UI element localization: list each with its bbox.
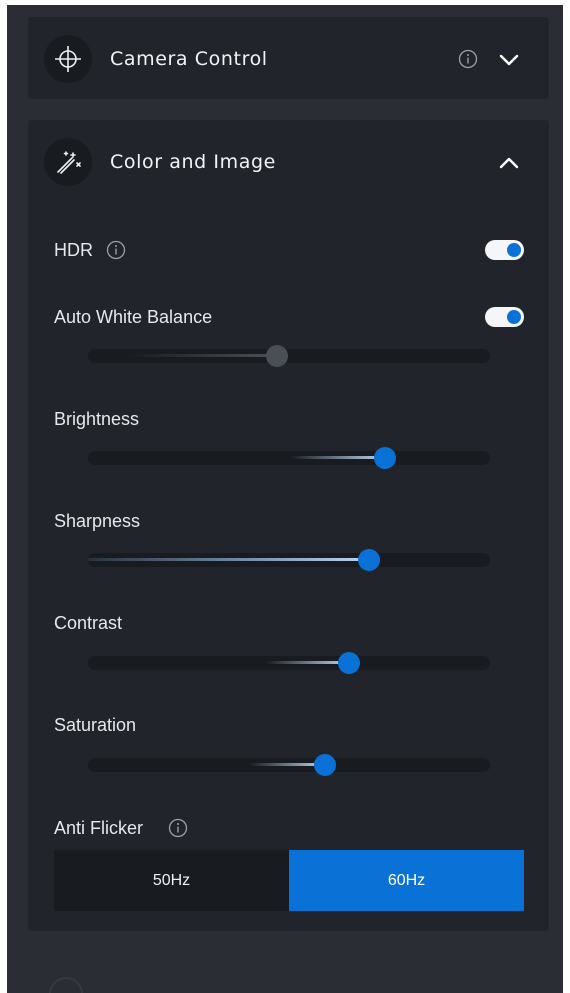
brightness-slider-thumb[interactable] bbox=[374, 447, 397, 469]
contrast-label: Contrast bbox=[54, 613, 123, 633]
saturation-label: Saturation bbox=[54, 715, 137, 735]
chevron-down-icon[interactable] bbox=[498, 49, 520, 71]
anti-flicker-info-icon[interactable] bbox=[168, 818, 188, 838]
auto-white-balance-toggle-knob bbox=[507, 310, 521, 324]
saturation-slider-thumb[interactable] bbox=[314, 754, 337, 776]
auto-white-balance-label: Auto White Balance bbox=[54, 307, 213, 327]
anti-flicker-50hz-option[interactable]: 50Hz bbox=[54, 850, 289, 911]
saturation-slider-fill bbox=[88, 763, 326, 766]
sharpness-label: Sharpness bbox=[54, 511, 141, 531]
camera-control-title: Camera Control bbox=[110, 48, 268, 70]
color-and-image-section: Color and Image HDR Auto White Balance B… bbox=[28, 120, 549, 931]
next-section-peek bbox=[49, 977, 499, 993]
saturation-slider[interactable] bbox=[88, 754, 490, 776]
contrast-slider-thumb[interactable] bbox=[338, 652, 361, 674]
hdr-toggle-knob bbox=[507, 243, 521, 257]
hdr-toggle[interactable] bbox=[485, 240, 524, 260]
anti-flicker-segmented-control: 50Hz 60Hz bbox=[54, 850, 524, 911]
camera-control-section: Camera Control bbox=[28, 17, 549, 99]
sharpness-slider-thumb[interactable] bbox=[358, 549, 381, 571]
auto-white-balance-toggle[interactable] bbox=[485, 307, 524, 327]
color-and-image-header[interactable]: Color and Image bbox=[28, 120, 549, 204]
camera-control-header[interactable]: Camera Control bbox=[28, 17, 549, 101]
anti-flicker-60hz-option[interactable]: 60Hz bbox=[289, 850, 524, 911]
sharpness-slider-fill bbox=[88, 558, 370, 561]
brightness-slider[interactable] bbox=[88, 447, 490, 469]
contrast-slider[interactable] bbox=[88, 652, 490, 674]
white-balance-slider[interactable] bbox=[88, 345, 490, 367]
color-and-image-icon-badge bbox=[44, 138, 92, 186]
white-balance-slider-fill bbox=[88, 354, 277, 357]
contrast-slider-fill bbox=[88, 661, 350, 664]
settings-panel: Camera Control Color and Image HDR Auto … bbox=[7, 5, 563, 993]
color-and-image-title: Color and Image bbox=[110, 151, 276, 173]
camera-control-icon-badge bbox=[44, 35, 92, 83]
magic-wand-icon bbox=[57, 151, 81, 174]
hdr-info-icon[interactable] bbox=[106, 240, 126, 260]
brightness-label: Brightness bbox=[54, 409, 140, 429]
white-balance-slider-thumb[interactable] bbox=[265, 345, 288, 367]
brightness-slider-fill bbox=[88, 456, 386, 459]
sharpness-slider[interactable] bbox=[88, 549, 490, 571]
crosshair-icon bbox=[55, 46, 81, 72]
chevron-up-icon[interactable] bbox=[498, 152, 520, 174]
next-section-icon bbox=[49, 977, 83, 993]
anti-flicker-label: Anti Flicker bbox=[54, 818, 144, 838]
hdr-label: HDR bbox=[54, 240, 93, 260]
info-icon[interactable] bbox=[458, 49, 478, 69]
